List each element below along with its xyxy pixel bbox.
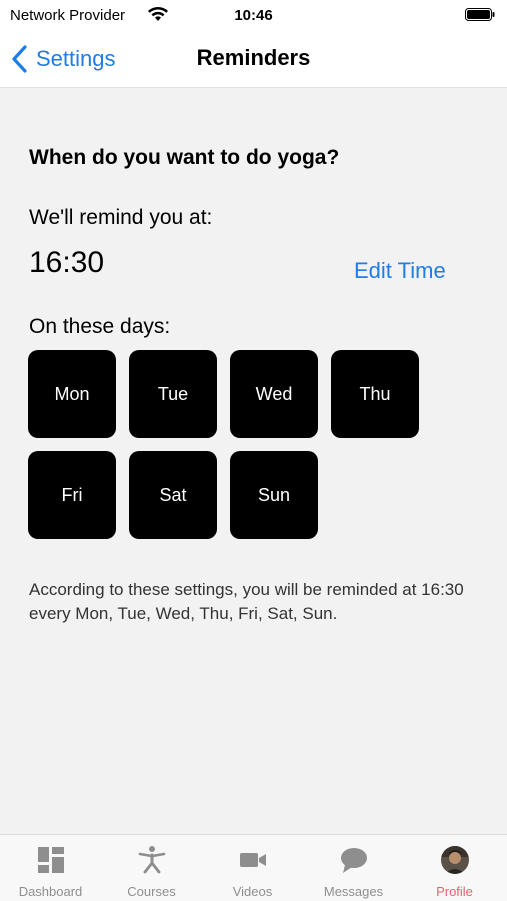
edit-time-button[interactable]: Edit Time [354, 258, 446, 284]
tab-label: Profile [436, 884, 473, 899]
tab-videos[interactable]: Videos [202, 835, 303, 901]
tab-bar: Dashboard Courses Videos Messages Profil… [0, 834, 507, 901]
reminder-time: 16:30 [29, 246, 105, 279]
day-toggle-fri[interactable]: Fri [28, 451, 116, 539]
remind-label: We'll remind you at: [29, 206, 213, 229]
tab-label: Dashboard [18, 884, 83, 899]
battery-icon [465, 8, 495, 21]
navigation-bar: Settings Reminders [0, 32, 507, 88]
page-title: Reminders [196, 45, 311, 70]
video-camera-icon [239, 853, 266, 867]
tab-dashboard[interactable]: Dashboard [0, 835, 101, 901]
day-toggle-thu[interactable]: Thu [331, 350, 419, 438]
day-toggle-tue[interactable]: Tue [129, 350, 217, 438]
days-label: On these days: [29, 315, 171, 338]
tab-profile[interactable]: Profile [404, 835, 505, 901]
day-toggle-mon[interactable]: Mon [28, 350, 116, 438]
status-time: 10:46 [234, 7, 273, 24]
reminder-summary: According to these settings, you will be… [29, 580, 464, 623]
tab-label: Messages [323, 884, 384, 899]
yoga-figure-icon [138, 846, 165, 874]
tab-label: Videos [232, 884, 273, 899]
yoga-question: When do you want to do yoga? [29, 146, 340, 169]
status-bar: Network Provider 10:46 [0, 0, 507, 32]
profile-avatar [440, 846, 469, 874]
day-toggle-wed[interactable]: Wed [230, 350, 318, 438]
chat-bubble-icon [340, 848, 367, 873]
tab-label: Courses [127, 884, 176, 899]
day-toggle-sat[interactable]: Sat [129, 451, 217, 539]
tab-courses[interactable]: Courses [101, 835, 202, 901]
tab-messages[interactable]: Messages [303, 835, 404, 901]
dashboard-icon [37, 847, 64, 873]
day-toggle-sun[interactable]: Sun [230, 451, 318, 539]
